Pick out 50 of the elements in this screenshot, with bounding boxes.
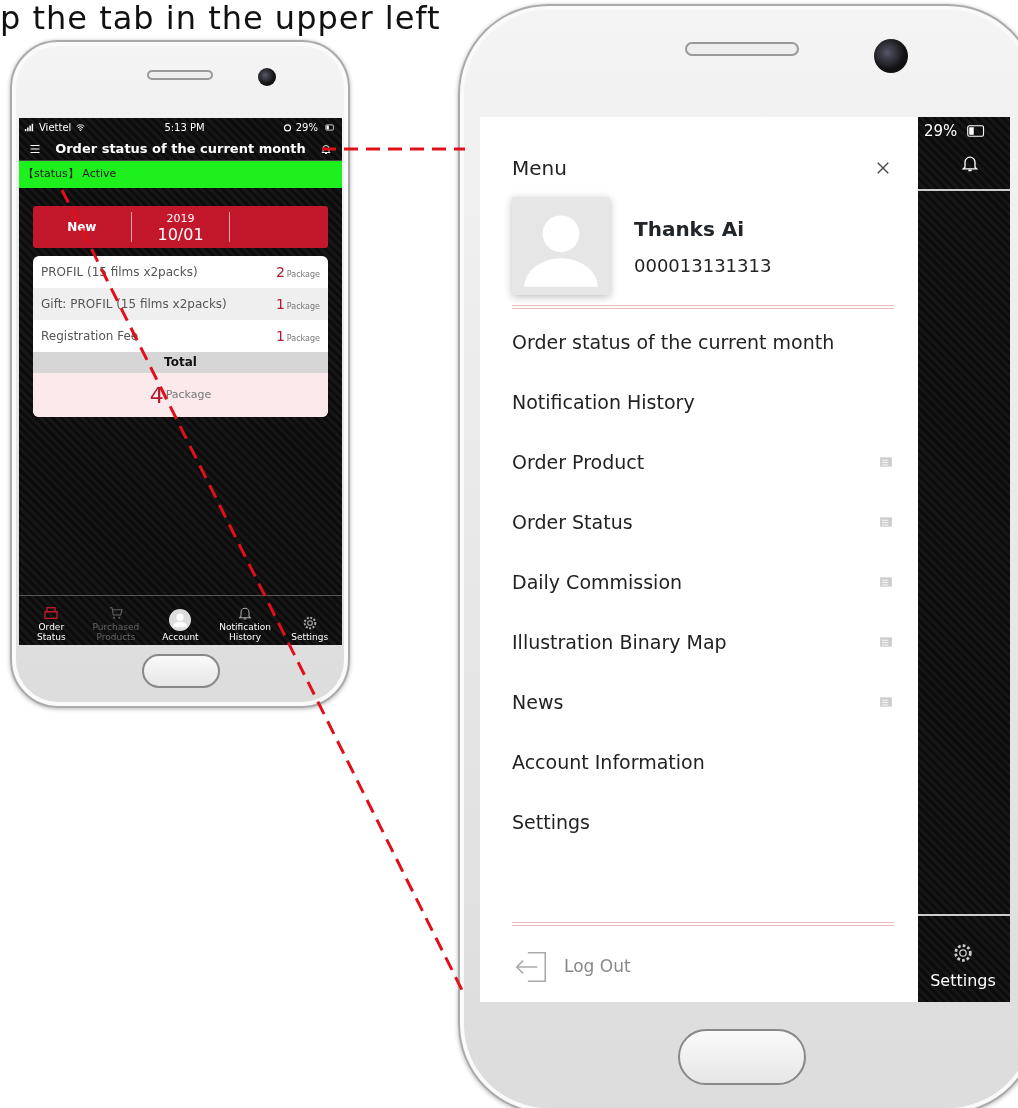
profile-name: Thanks Ai [634, 215, 746, 243]
home-button[interactable] [142, 654, 220, 688]
item-count: 1 [275, 295, 285, 312]
camera-lens [874, 39, 908, 73]
item-count: 2 [275, 263, 285, 280]
screen-title: Order status of the current month [54, 139, 307, 158]
speaker-grille [147, 70, 213, 80]
alarm-icon [282, 123, 292, 132]
home-button[interactable] [678, 1029, 806, 1085]
tab-item[interactable]: Settings [918, 932, 1008, 992]
tab-item[interactable]: Account [148, 596, 213, 645]
menu-item[interactable]: Order status of the current month [512, 312, 894, 372]
total-unit: Package [165, 386, 212, 403]
date-bar-label: New [67, 219, 97, 236]
logout-button[interactable]: Log Out [512, 948, 894, 986]
tab-item[interactable]: Notification History [212, 596, 278, 645]
drawer-title: Menu [512, 155, 567, 182]
wifi-icon [75, 123, 87, 132]
tab-item[interactable]: Settings [277, 596, 342, 645]
battery-percent: 29% [924, 121, 958, 142]
caption-text: p the tab in the upper left [0, 0, 441, 39]
year-text: 2019 [166, 210, 195, 227]
menu-item[interactable]: Daily Commission [512, 552, 894, 612]
menu-item[interactable]: Order Product [512, 432, 894, 492]
menu-item[interactable]: Account Information [512, 732, 894, 792]
menu-item[interactable]: Settings [512, 792, 894, 852]
total-count: 4 [149, 381, 164, 410]
avatar-placeholder-icon [512, 197, 610, 295]
menu-item[interactable]: Notification History [512, 372, 894, 432]
tab-item[interactable]: Order Status [19, 596, 84, 645]
total-label: Total [33, 352, 328, 373]
menu-item[interactable]: Illustration Binary Map [512, 612, 894, 672]
item-unit: Package [286, 301, 320, 311]
signal-icon [23, 123, 35, 132]
gear-icon [952, 942, 974, 965]
member-id: 000013131313 [634, 253, 772, 278]
status-banner: 【status】 Active [19, 161, 342, 188]
menu-item[interactable]: News [512, 672, 894, 732]
menu-icon[interactable] [29, 142, 41, 155]
item-unit: Package [286, 269, 320, 279]
carrier-name: Viettel [39, 121, 72, 135]
battery-percent: 29% [295, 121, 318, 135]
date-text: 10/01 [157, 227, 204, 244]
camera-lens [258, 68, 276, 86]
menu-item[interactable]: Order Status [512, 492, 894, 552]
item-unit: Package [286, 333, 320, 343]
status-time: 5:13 PM [164, 121, 205, 135]
item-count: 1 [275, 327, 285, 344]
item-name: Gift: PROFIL (15 films x2packs) [41, 296, 227, 313]
bell-icon[interactable] [320, 142, 332, 155]
